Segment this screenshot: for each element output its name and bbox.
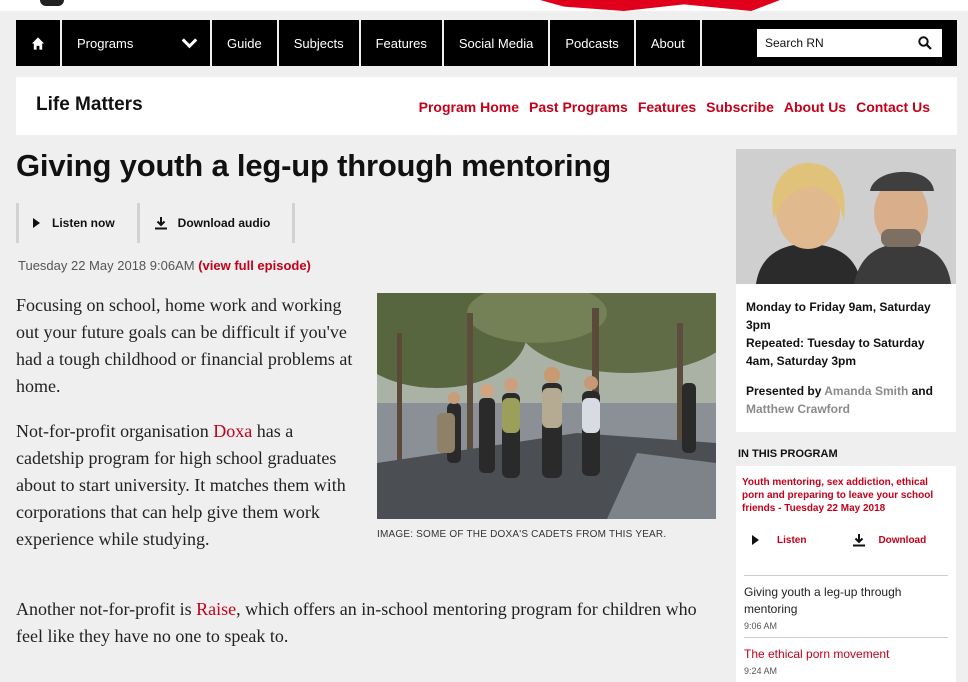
sidebar: Monday to Friday 9am, Saturday 3pm Repea… [736, 149, 956, 682]
view-full-episode-link[interactable]: (view full episode) [198, 258, 311, 273]
program-header: Life Matters Program Home Past Programs … [16, 77, 957, 135]
download-icon [154, 217, 167, 230]
nav-features[interactable]: Features [361, 20, 444, 66]
download-audio-label: Download audio [177, 216, 271, 230]
nav-social-media-label: Social Media [458, 35, 534, 51]
segment-time: 9:06 AM [744, 621, 778, 631]
search-icon[interactable] [918, 36, 932, 50]
listen-now-label: Listen now [52, 216, 115, 230]
search-input[interactable] [765, 36, 905, 50]
paragraph-2-text-a: Not-for-profit organisation [16, 421, 214, 441]
article-photo [377, 293, 716, 519]
paragraph-1: Focusing on school, home work and workin… [16, 295, 353, 396]
host-amanda-smith-link[interactable]: Amanda Smith [824, 384, 908, 398]
download-icon[interactable] [852, 533, 866, 547]
photo-illustration [377, 293, 716, 519]
contact-us-link[interactable]: Contact Us [856, 99, 930, 115]
presenters-illustration [736, 149, 956, 284]
past-programs-link[interactable]: Past Programs [529, 99, 628, 115]
program-home-link[interactable]: Program Home [419, 99, 519, 115]
segment-title-link[interactable]: The ethical porn movement [744, 646, 948, 663]
segment-item: Giving youth a leg-up through mentoring … [744, 575, 948, 637]
article-headline: Giving youth a leg-up through mentoring [16, 148, 611, 183]
in-this-program-heading: IN THIS PROGRAM [736, 432, 956, 466]
program-title[interactable]: Life Matters [36, 94, 143, 116]
download-audio-button[interactable]: Download audio [136, 203, 296, 243]
nav-subjects[interactable]: Subjects [279, 20, 361, 66]
home-button[interactable] [16, 20, 62, 66]
presenters-photo [736, 149, 956, 284]
and-label: and [908, 384, 933, 398]
nav-subjects-label: Subjects [293, 35, 344, 51]
paragraph-3: Another not-for-profit is Raise, which o… [16, 596, 721, 650]
program-nav: Program Home Past Programs Features Subs… [419, 99, 930, 115]
listen-now-button[interactable]: Listen now [16, 203, 137, 243]
presented-by-label: Presented by [746, 384, 825, 398]
episode-download-link[interactable]: Download [878, 535, 926, 546]
article-date: Tuesday 22 May 2018 9:06AM [18, 258, 195, 273]
segment-item: The ethical porn movement 9:24 AM [744, 637, 948, 682]
play-icon [33, 218, 40, 228]
in-this-program-box: Youth mentoring, sex addiction, ethical … [736, 466, 956, 682]
article-dateline: Tuesday 22 May 2018 9:06AM (view full ep… [18, 258, 311, 273]
raise-link[interactable]: Raise [196, 599, 236, 619]
chevron-down-icon[interactable] [181, 32, 198, 49]
nav-about[interactable]: About [636, 20, 702, 66]
presenters-line: Presented by Amanda Smith and Matthew Cr… [746, 382, 946, 418]
nav-podcasts[interactable]: Podcasts [550, 20, 636, 66]
nav-features-label: Features [375, 35, 427, 51]
nav-about-label: About [650, 35, 685, 51]
main-nav: Programs Guide Subjects Features Social … [16, 20, 957, 66]
paragraph-2: Not-for-profit organisation Doxa has a c… [16, 418, 356, 553]
nav-programs[interactable]: Programs [62, 20, 212, 66]
nav-social-media[interactable]: Social Media [444, 20, 551, 66]
nav-programs-label: Programs [77, 35, 134, 51]
paragraph-3-text-a: Another not-for-profit is [16, 599, 197, 619]
logo-fragment [40, 0, 64, 6]
top-strip [0, 0, 968, 11]
search-box [757, 29, 942, 57]
home-icon [31, 36, 45, 50]
nav-guide-label: Guide [227, 35, 262, 51]
repeat-schedule: Repeated: Tuesday to Saturday 4am, Satur… [746, 336, 925, 368]
subscribe-link[interactable]: Subscribe [706, 99, 774, 115]
doxa-link[interactable]: Doxa [213, 421, 252, 441]
program-info: Monday to Friday 9am, Saturday 3pm Repea… [736, 284, 956, 432]
nav-podcasts-label: Podcasts [565, 35, 619, 51]
features-link[interactable]: Features [638, 99, 696, 115]
play-icon[interactable] [752, 535, 759, 545]
episode-listen-link[interactable]: Listen [777, 535, 806, 546]
segment-title-link[interactable]: Giving youth a leg-up through mentoring [744, 584, 948, 618]
episode-actions: Listen Download [742, 515, 948, 575]
broadcast-schedule: Monday to Friday 9am, Saturday 3pm [746, 300, 931, 332]
episode-title-link[interactable]: Youth mentoring, sex addiction, ethical … [742, 476, 948, 515]
host-matthew-crawford-link[interactable]: Matthew Crawford [746, 402, 850, 416]
about-us-link[interactable]: About Us [784, 99, 846, 115]
image-caption: IMAGE: SOME OF THE DOXA'S CADETS FROM TH… [377, 529, 667, 540]
audio-controls: Listen now Download audio [16, 203, 296, 243]
nav-guide[interactable]: Guide [212, 20, 279, 66]
